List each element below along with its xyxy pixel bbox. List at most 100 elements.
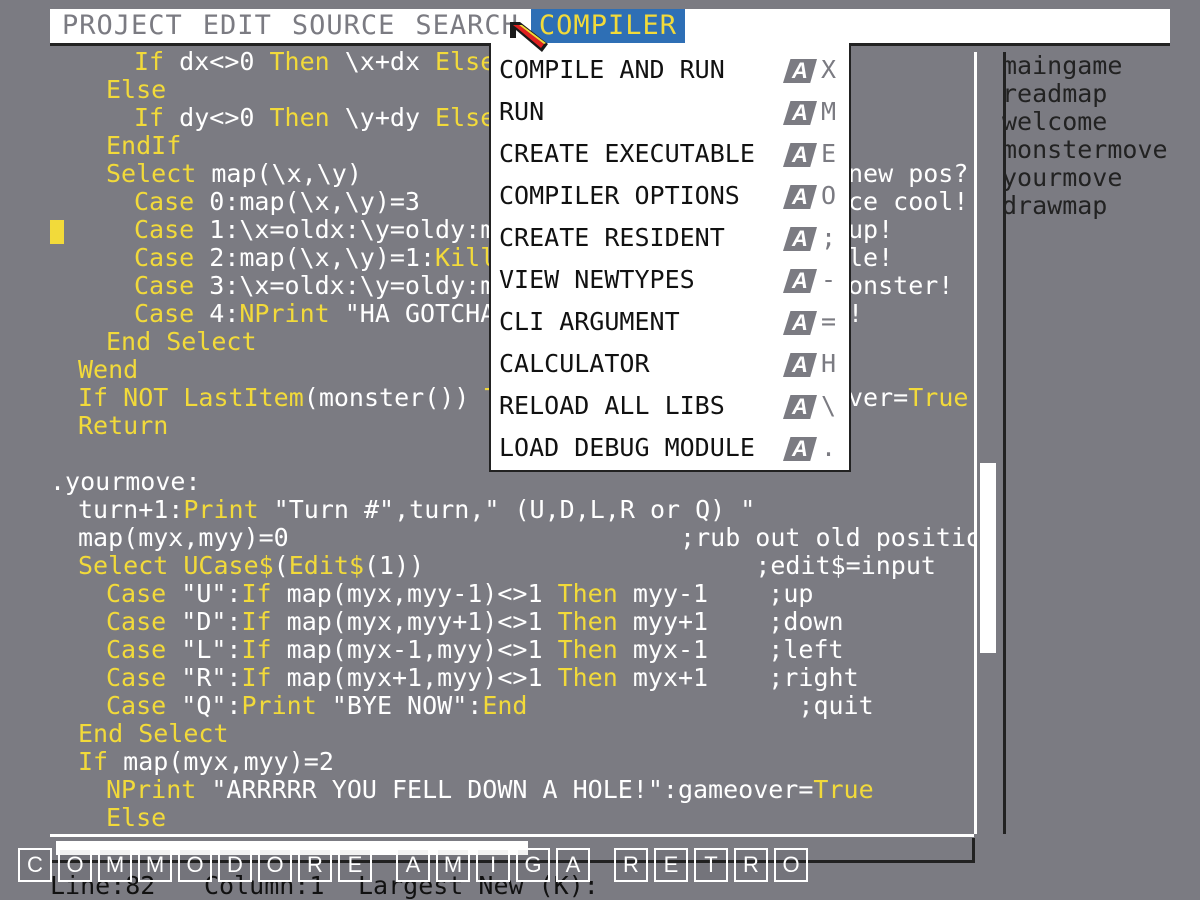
code-keyword: If <box>241 579 272 608</box>
menu-item-shortcut: ; <box>821 223 837 252</box>
code-text: "Turn #",turn," (U,D,L,R or Q) " <box>258 495 756 524</box>
code-fragment: onster! <box>848 271 954 300</box>
menu-item-run[interactable]: RUN M <box>499 91 839 133</box>
code-line[interactable]: Return <box>78 412 168 440</box>
menu-item-label: LOAD DEBUG MODULE <box>499 433 755 462</box>
code-keyword: If <box>134 48 165 76</box>
code-text: 1:\x=oldx:\y=oldy:ma <box>194 215 511 244</box>
code-line[interactable]: If map(myx,myy)=2 <box>78 748 334 776</box>
watermark-letter: A <box>556 848 590 882</box>
code-text: ;quit <box>527 691 874 720</box>
code-line[interactable]: Else <box>106 804 166 832</box>
code-line[interactable]: Select UCase$(Edit$(1)) ;edit$=input <box>78 552 936 580</box>
code-keyword: Case <box>106 691 167 720</box>
menu-item-shortcut: O <box>821 181 837 210</box>
code-text: map(myx-1,myy)<>1 <box>271 635 558 664</box>
code-keyword: Then <box>557 607 618 636</box>
menu-edit[interactable]: EDIT <box>195 9 280 43</box>
watermark: COMMODOREAMIGARETRO <box>18 848 814 882</box>
menu-item-cli-argument[interactable]: CLI ARGUMENT = <box>499 301 839 343</box>
menu-item-compiler-options[interactable]: COMPILER OPTIONS O <box>499 175 839 217</box>
code-line[interactable]: If NOT LastItem(monster()) Th <box>78 384 515 412</box>
code-line[interactable]: Case "U":If map(myx,myy-1)<>1 Then myy-1… <box>106 580 813 608</box>
amiga-key-icon <box>783 227 817 251</box>
code-keyword: Select <box>106 159 197 188</box>
code-line[interactable]: NPrint "ARRRRR YOU FELL DOWN A HOLE!":ga… <box>106 776 874 804</box>
menu-item-label: CLI ARGUMENT <box>499 307 680 336</box>
code-text: turn+1: <box>78 495 184 524</box>
menu-item-calculator[interactable]: CALCULATOR H <box>499 343 839 385</box>
code-line[interactable]: End Select <box>106 328 257 356</box>
menu-item-label: CREATE RESIDENT <box>499 223 725 252</box>
code-line[interactable]: Else <box>106 76 166 104</box>
code-fragment: new pos? <box>848 159 969 188</box>
code-text: .yourmove: <box>50 467 201 496</box>
code-line[interactable]: Wend <box>78 356 138 384</box>
menu-item-create-resident[interactable]: CREATE RESIDENT; <box>499 217 839 259</box>
code-keyword: If <box>241 607 272 636</box>
menu-item-shortcut: M <box>821 97 837 126</box>
code-line[interactable]: Case 2:map(\x,\y)=1:KillI <box>134 244 510 272</box>
menu-item-shortcut: \ <box>821 391 837 420</box>
code-line[interactable]: .yourmove: <box>50 468 201 496</box>
labels-panel: maingame readmap welcome monstermove yourmov… <box>1002 52 1168 220</box>
code-text: dx<>0 <box>164 48 270 76</box>
watermark-letter: A <box>396 848 430 882</box>
code-line[interactable]: Case "R":If map(myx+1,myy)<>1 Then myx+1… <box>106 664 859 692</box>
code-line[interactable]: EndIf <box>106 132 181 160</box>
code-line[interactable]: Case 4:NPrint "HA GOTCHA! <box>134 300 510 328</box>
code-text: (1)) ;edit$=input <box>364 551 936 580</box>
code-keyword: Else <box>435 48 496 76</box>
menu-item-create-executable[interactable]: CREATE EXECUTABLE E <box>499 133 839 175</box>
watermark-letter: M <box>138 848 172 882</box>
code-keyword: Then <box>269 103 330 132</box>
menu-project[interactable]: PROJECT <box>54 9 191 43</box>
amiga-key-icon <box>783 59 817 83</box>
code-fragment: ce cool! <box>848 187 969 216</box>
code-line[interactable]: Case 0:map(\x,\y)=3 <box>134 188 420 216</box>
menu-item-load-debug-module[interactable]: LOAD DEBUG MODULE. <box>499 427 839 469</box>
code-fragment: up! <box>848 215 894 244</box>
code-keyword: Case <box>134 271 195 300</box>
label-item-maingame[interactable]: maingame <box>1002 52 1168 80</box>
code-line[interactable]: Case "L":If map(myx-1,myy)<>1 Then myx-1… <box>106 636 844 664</box>
code-fragment: ver=True <box>848 383 969 412</box>
menu-item-shortcut: H <box>821 349 837 378</box>
label-item-readmap[interactable]: readmap <box>1002 80 1168 108</box>
code-keyword: Case <box>106 663 167 692</box>
code-line[interactable]: Case 1:\x=oldx:\y=oldy:ma <box>134 216 510 244</box>
menu-source[interactable]: SOURCE <box>284 9 404 43</box>
code-line[interactable]: map(myx,myy)=0 ;rub out old positio <box>78 524 974 552</box>
code-line[interactable]: Case 3:\x=oldx:\y=oldy:ma <box>134 272 510 300</box>
menu-compiler[interactable]: COMPILER <box>530 9 685 43</box>
code-text: myx+1 ;right <box>617 663 859 692</box>
code-line[interactable]: turn+1:Print "Turn #",turn," (U,D,L,R or… <box>78 496 755 524</box>
code-line[interactable]: Select map(\x,\y) <box>106 160 362 188</box>
menu-item-reload-all-libs[interactable]: RELOAD ALL LIBS \ <box>499 385 839 427</box>
code-keyword: Else <box>106 803 167 832</box>
code-fragment: le! <box>848 243 894 272</box>
code-text: myy+1 ;down <box>617 607 844 636</box>
label-item-welcome[interactable]: welcome <box>1002 108 1168 136</box>
code-keyword: Case <box>134 187 195 216</box>
code-line[interactable]: Case "D":If map(myx,myy+1)<>1 Then myy+1… <box>106 608 844 636</box>
menu-item-label: COMPILE AND RUN <box>499 55 725 84</box>
menu-item-label: RELOAD ALL LIBS <box>499 391 725 420</box>
code-keyword: Case <box>134 299 195 328</box>
code-line[interactable]: If dy<>0 Then \y+dy Else <box>134 104 495 132</box>
code-keyword: Print <box>183 495 259 524</box>
label-item-drawmap[interactable]: drawmap <box>1002 192 1168 220</box>
code-text: map(myx+1,myy)<>1 <box>271 663 558 692</box>
menu-item-label: CREATE EXECUTABLE <box>499 139 755 168</box>
code-line[interactable]: Case "Q":Print "BYE NOW":End ;quit <box>106 692 874 720</box>
label-item-yourmove[interactable]: yourmove <box>1002 164 1168 192</box>
code-keyword: If <box>78 747 109 776</box>
code-line[interactable]: If dx<>0 Then \x+dx Else <box>134 48 495 76</box>
amiga-key-icon <box>783 101 817 125</box>
label-item-monstermove[interactable]: monstermove <box>1002 136 1168 164</box>
code-keyword: Select UCase$ <box>78 551 274 580</box>
menu-item-view-newtypes[interactable]: VIEW NEWTYPES - <box>499 259 839 301</box>
code-text: (monster()) <box>303 383 485 412</box>
vertical-scroll-thumb[interactable] <box>980 463 996 653</box>
code-line[interactable]: End Select <box>78 720 229 748</box>
